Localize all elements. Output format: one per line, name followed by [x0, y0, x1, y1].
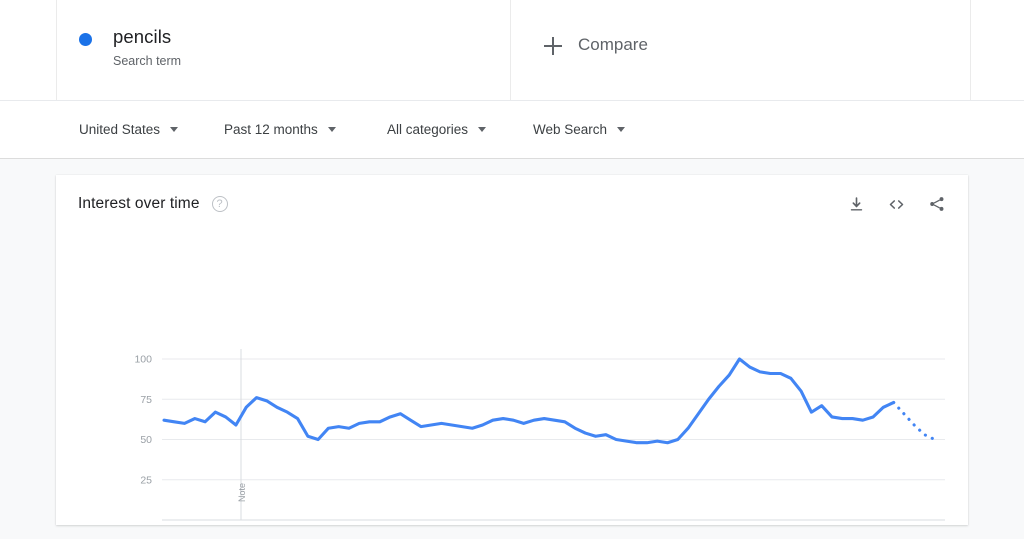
y-axis-tick: 25	[140, 474, 152, 486]
search-term-sublabel: Search term	[113, 54, 182, 68]
filter-search-type-label: Web Search	[533, 122, 608, 137]
search-term-bar: pencils Search term Compare	[0, 0, 1024, 101]
y-axis-tick: 50	[140, 434, 152, 446]
share-icon[interactable]	[928, 195, 946, 213]
chevron-down-icon	[327, 127, 336, 132]
interest-over-time-card: Interest over time ? 25 50 75 100 Note	[56, 175, 968, 525]
chevron-down-icon	[478, 127, 487, 132]
filter-time-range-label: Past 12 months	[224, 122, 318, 137]
filter-location-label: United States	[79, 122, 161, 137]
search-term-label: pencils	[113, 26, 172, 47]
plus-icon	[544, 37, 562, 55]
page-content-area: Interest over time ? 25 50 75 100 Note	[0, 160, 1024, 539]
chart-svg: 255075100NoteOct 31, 2021Mar 6, 2022Jul …	[134, 349, 945, 521]
filter-search-type[interactable]: Web Search	[533, 122, 626, 137]
download-icon[interactable]	[848, 196, 865, 213]
y-axis-tick: 100	[134, 354, 152, 366]
header-left-spacer	[0, 0, 56, 100]
compare-card[interactable]: Compare	[511, 0, 971, 100]
card-title: Interest over time	[78, 195, 200, 212]
compare-label: Compare	[578, 35, 648, 54]
series-line-pencils	[162, 357, 896, 445]
series-color-dot	[79, 33, 92, 46]
interest-over-time-chart[interactable]: 255075100NoteOct 31, 2021Mar 6, 2022Jul …	[56, 233, 968, 525]
filter-location[interactable]: United States	[79, 122, 179, 137]
series-line-partial	[892, 400, 937, 442]
filter-bar: United States Past 12 months All categor…	[0, 101, 1024, 159]
filter-category-label: All categories	[387, 122, 469, 137]
search-term-card[interactable]: pencils Search term	[56, 0, 511, 100]
card-header: Interest over time ?	[56, 175, 968, 233]
chart-annotation-label: Note	[237, 483, 247, 502]
help-circle-icon[interactable]: ?	[211, 196, 228, 212]
filter-time-range[interactable]: Past 12 months	[224, 122, 336, 137]
search-term-texts: pencils Search term	[113, 26, 181, 69]
embed-code-icon[interactable]	[887, 195, 906, 214]
y-axis-tick: 75	[140, 394, 152, 406]
filter-category[interactable]: All categories	[387, 122, 487, 137]
chevron-down-icon	[170, 127, 179, 132]
chevron-down-icon	[617, 127, 626, 132]
card-actions	[848, 195, 946, 214]
